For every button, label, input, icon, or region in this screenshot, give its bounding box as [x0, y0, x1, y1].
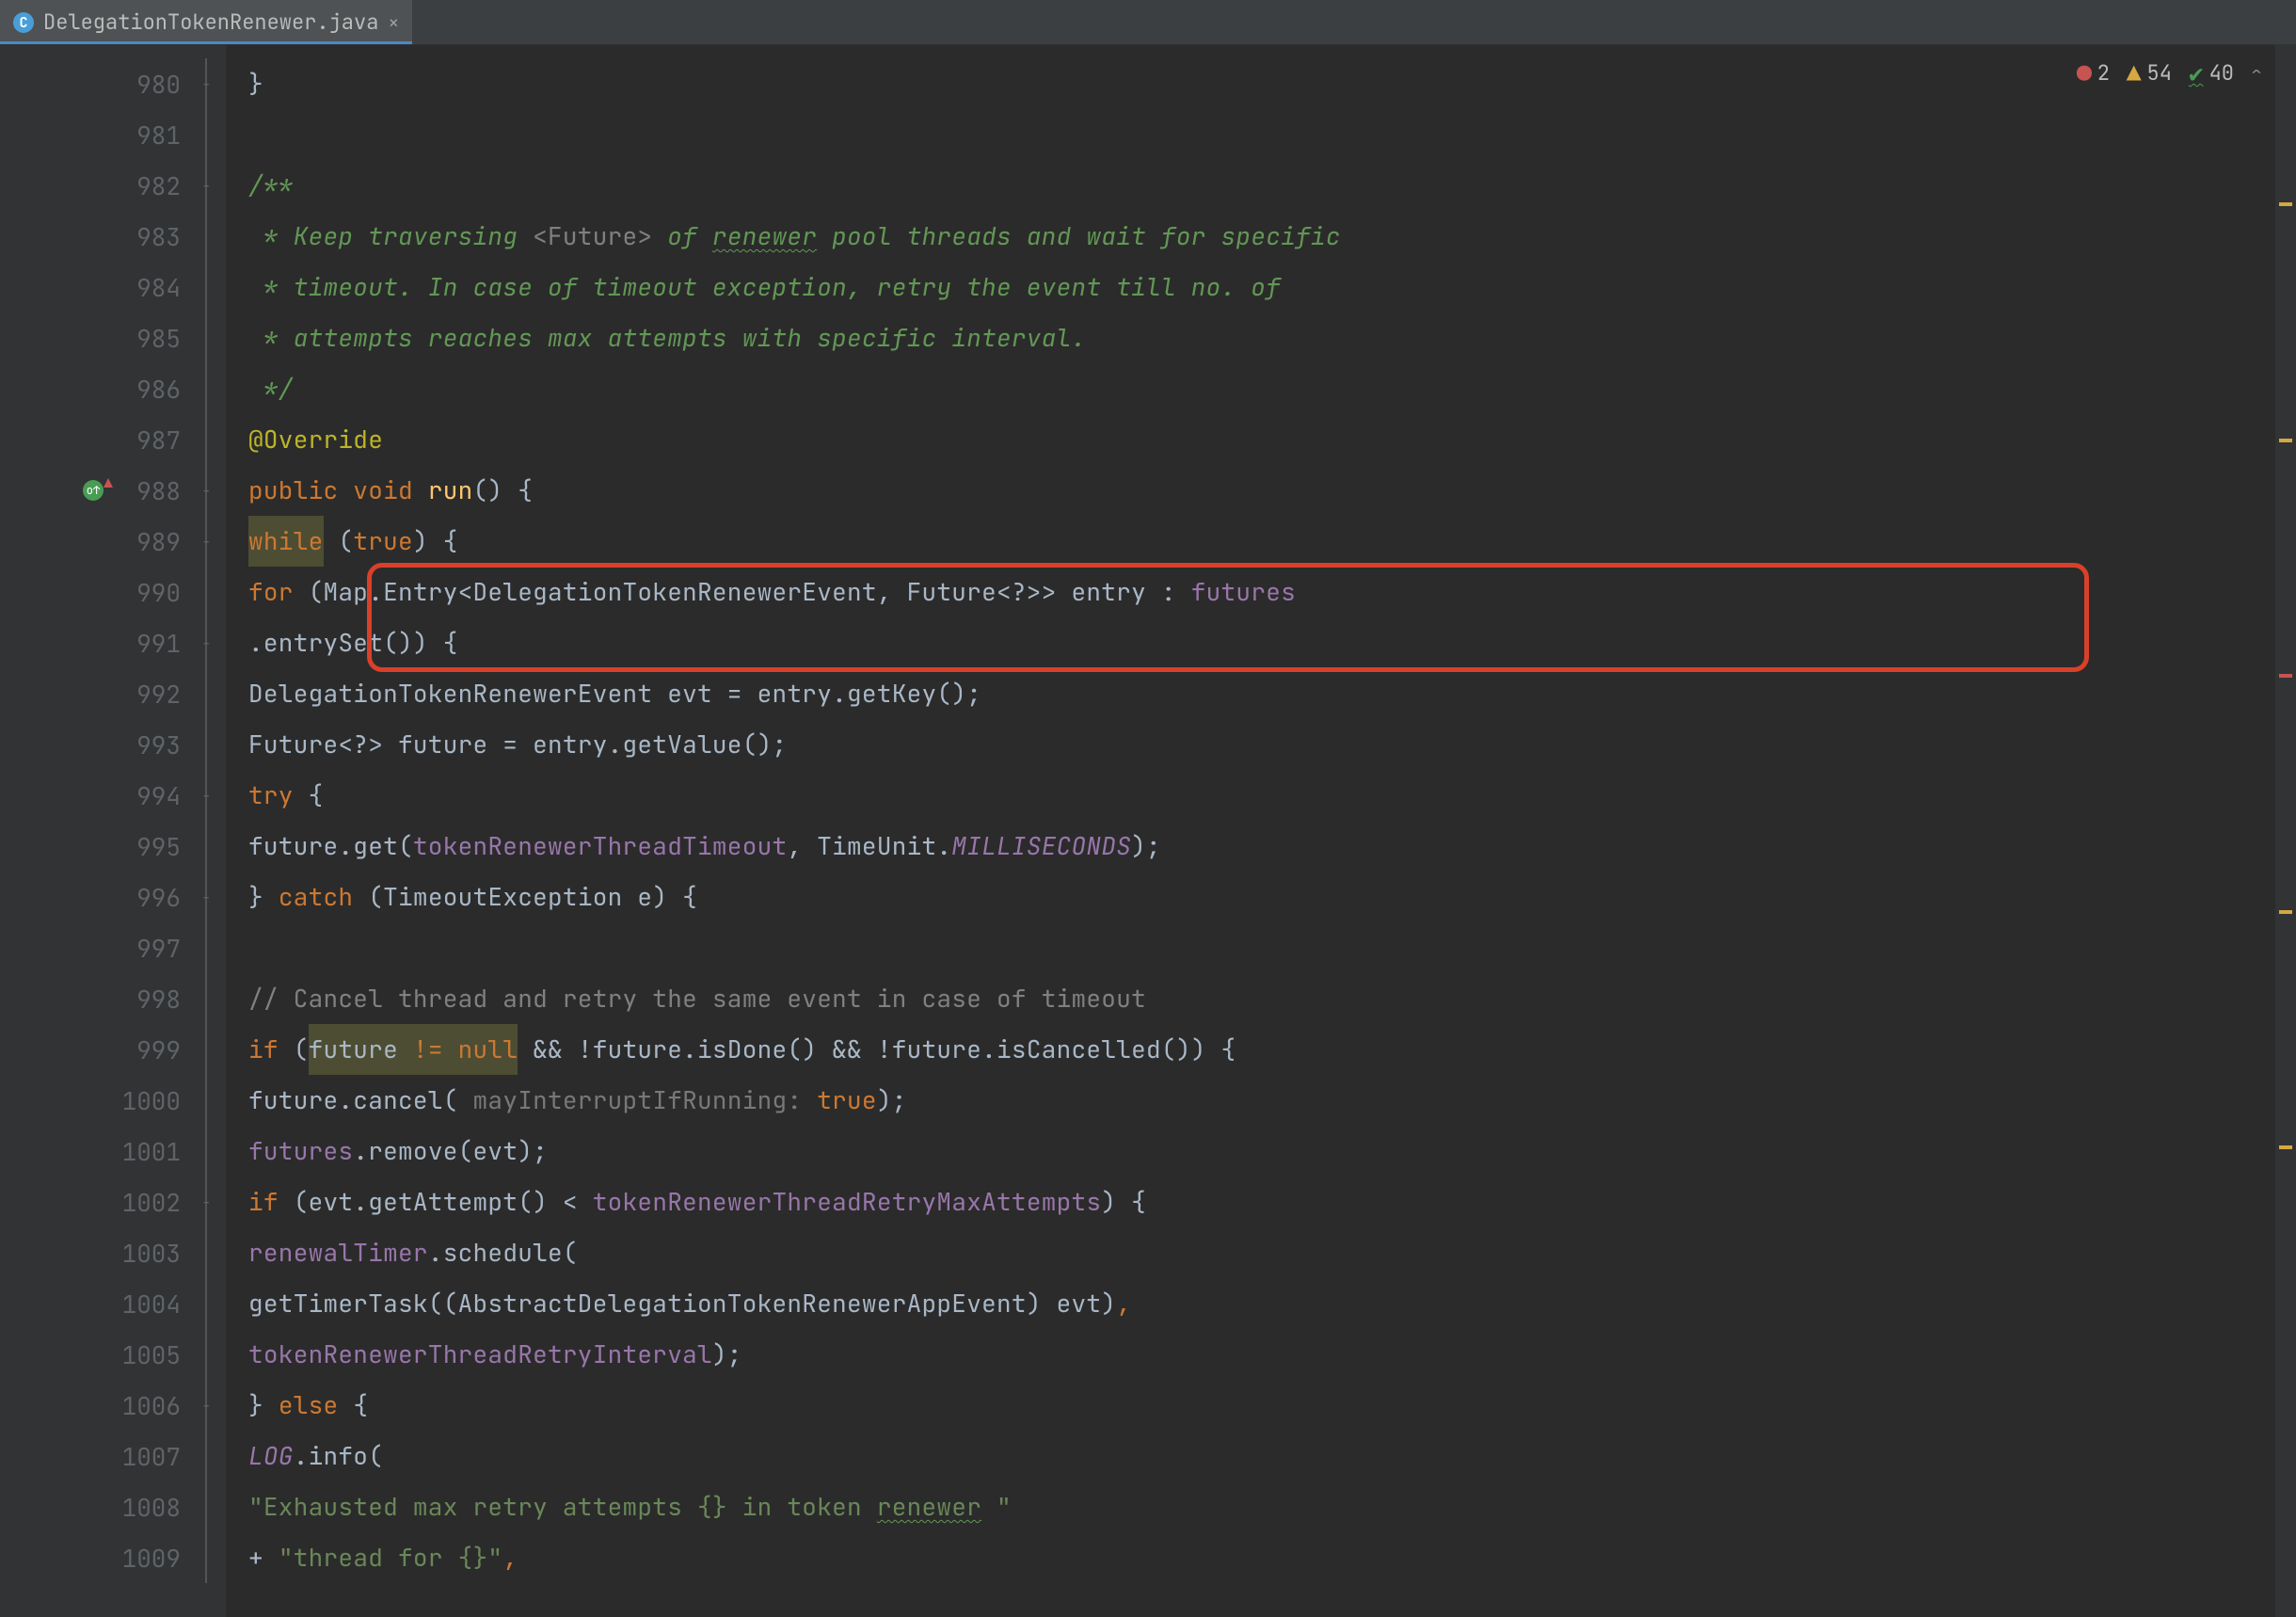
- gutter-line: 986: [0, 363, 226, 414]
- code-line[interactable]: /**: [226, 160, 2296, 211]
- gutter-line: 1004: [0, 1278, 226, 1329]
- code-line[interactable]: // Cancel thread and retry the same even…: [226, 973, 2296, 1024]
- fold-expand-icon[interactable]: −: [198, 75, 215, 92]
- gutter-line: 998: [0, 973, 226, 1024]
- code-line[interactable]: } else {: [226, 1380, 2296, 1431]
- gutter-line: 982−: [0, 160, 226, 211]
- code-line[interactable]: * attempts reaches max attempts with spe…: [226, 312, 2296, 363]
- weak-count: 40: [2209, 59, 2234, 87]
- override-icon[interactable]: o↑: [83, 480, 104, 501]
- warning-marker[interactable]: [2279, 202, 2292, 206]
- gutter-line: 1006−: [0, 1380, 226, 1431]
- code-line[interactable]: try {: [226, 770, 2296, 821]
- gutter-line: 983: [0, 211, 226, 262]
- gutter-line: 988−o↑: [0, 465, 226, 516]
- error-icon: ●: [2077, 56, 2092, 89]
- code-line[interactable]: public void run() {: [226, 465, 2296, 516]
- gutter-line: 1007: [0, 1431, 226, 1481]
- chevron-icon[interactable]: ⌃: [2251, 61, 2262, 86]
- gutter-line: 997: [0, 922, 226, 973]
- code-line[interactable]: renewalTimer.schedule(: [226, 1227, 2296, 1278]
- gutter-line: 1008: [0, 1481, 226, 1532]
- code-area[interactable]: ●2 ▲54 ✔40 ⌃ } /** * Keep traversing <Fu…: [226, 45, 2296, 1617]
- fold-collapse-icon[interactable]: −: [198, 634, 215, 651]
- warning-marker[interactable]: [2279, 1145, 2292, 1149]
- gutter-line: 1009: [0, 1532, 226, 1583]
- gutter: 980−981982−983984985986987988−o↑989−9909…: [0, 45, 226, 1617]
- gutter-line: 994−: [0, 770, 226, 821]
- fold-expand-icon[interactable]: −: [198, 1397, 215, 1414]
- fold-collapse-icon[interactable]: −: [198, 482, 215, 499]
- code-line[interactable]: while (true) {: [226, 516, 2296, 567]
- tab-filename: DelegationTokenRenewer.java: [43, 8, 378, 36]
- gutter-line: 992: [0, 668, 226, 719]
- code-line[interactable]: future.get(tokenRenewerThreadTimeout, Ti…: [226, 821, 2296, 872]
- code-line[interactable]: [226, 109, 2296, 160]
- code-line[interactable]: * timeout. In case of timeout exception,…: [226, 262, 2296, 312]
- gutter-line: 1001: [0, 1126, 226, 1177]
- class-icon: C: [13, 12, 34, 33]
- warning-marker[interactable]: [2279, 439, 2292, 442]
- code-line[interactable]: LOG.info(: [226, 1431, 2296, 1481]
- code-line[interactable]: */: [226, 363, 2296, 414]
- fold-collapse-icon[interactable]: −: [198, 889, 215, 905]
- code-line[interactable]: @Override: [226, 414, 2296, 465]
- inspection-warnings[interactable]: ▲54: [2127, 56, 2172, 89]
- code-line[interactable]: }: [226, 58, 2296, 109]
- code-line[interactable]: getTimerTask((AbstractDelegationTokenRen…: [226, 1278, 2296, 1329]
- code-line[interactable]: futures.remove(evt);: [226, 1126, 2296, 1177]
- fold-collapse-icon[interactable]: −: [198, 533, 215, 550]
- code-line[interactable]: + "thread for {}",: [226, 1532, 2296, 1583]
- code-line[interactable]: future.cancel( mayInterruptIfRunning: tr…: [226, 1075, 2296, 1126]
- code-line[interactable]: if (evt.getAttempt() < tokenRenewerThrea…: [226, 1177, 2296, 1227]
- gutter-line: 1005: [0, 1329, 226, 1380]
- fold-collapse-icon[interactable]: −: [198, 787, 215, 804]
- weak-warning-icon: ✔: [2189, 56, 2204, 89]
- gutter-line: 993: [0, 719, 226, 770]
- warning-count: 54: [2147, 59, 2172, 87]
- gutter-line: 985: [0, 312, 226, 363]
- code-line[interactable]: if (future != null && !future.isDone() &…: [226, 1024, 2296, 1075]
- warning-marker[interactable]: [2279, 910, 2292, 914]
- code-line[interactable]: [226, 922, 2296, 973]
- code-line[interactable]: Future<?> future = entry.getValue();: [226, 719, 2296, 770]
- inspection-errors[interactable]: ●2: [2077, 56, 2110, 89]
- inspection-bar[interactable]: ●2 ▲54 ✔40 ⌃: [2077, 56, 2262, 89]
- gutter-line: 1000: [0, 1075, 226, 1126]
- gutter-line: 995: [0, 821, 226, 872]
- error-marker[interactable]: [2279, 674, 2292, 678]
- warning-icon: ▲: [2127, 56, 2142, 89]
- gutter-line: 999: [0, 1024, 226, 1075]
- code-line[interactable]: * Keep traversing <Future> of renewer po…: [226, 211, 2296, 262]
- gutter-line: 990: [0, 567, 226, 617]
- gutter-line: 984: [0, 262, 226, 312]
- code-line[interactable]: for (Map.Entry<DelegationTokenRenewerEve…: [226, 567, 2296, 617]
- close-icon[interactable]: ×: [388, 10, 399, 35]
- code-line[interactable]: "Exhausted max retry attempts {} in toke…: [226, 1481, 2296, 1532]
- code-line[interactable]: } catch (TimeoutException e) {: [226, 872, 2296, 922]
- code-line[interactable]: DelegationTokenRenewerEvent evt = entry.…: [226, 668, 2296, 719]
- fold-collapse-icon[interactable]: −: [198, 177, 215, 194]
- editor-body: 980−981982−983984985986987988−o↑989−9909…: [0, 45, 2296, 1617]
- gutter-line: 987: [0, 414, 226, 465]
- gutter-line: 981: [0, 109, 226, 160]
- code-line[interactable]: .entrySet()) {: [226, 617, 2296, 668]
- fold-collapse-icon[interactable]: −: [198, 1193, 215, 1210]
- gutter-line: 996−: [0, 872, 226, 922]
- error-count: 2: [2097, 59, 2110, 87]
- file-tab[interactable]: C DelegationTokenRenewer.java ×: [0, 0, 412, 44]
- tab-bar: C DelegationTokenRenewer.java ×: [0, 0, 2296, 45]
- gutter-line: 980−: [0, 58, 226, 109]
- gutter-line: 991−: [0, 617, 226, 668]
- marker-strip[interactable]: [2275, 45, 2296, 1617]
- gutter-line: 1002−: [0, 1177, 226, 1227]
- gutter-line: 1003: [0, 1227, 226, 1278]
- code-line[interactable]: tokenRenewerThreadRetryInterval);: [226, 1329, 2296, 1380]
- inspection-weak[interactable]: ✔40: [2189, 56, 2234, 89]
- gutter-line: 989−: [0, 516, 226, 567]
